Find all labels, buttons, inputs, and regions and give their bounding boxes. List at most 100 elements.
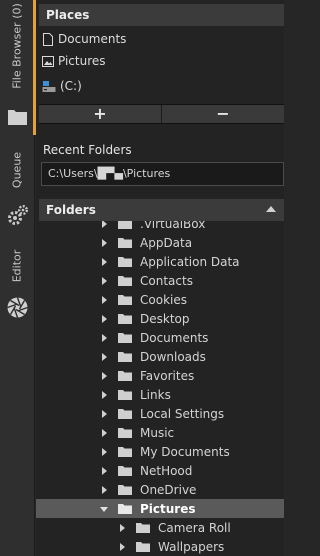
folder-icon — [118, 428, 132, 438]
expand-arrow-icon[interactable] — [100, 314, 110, 324]
expand-arrow-icon[interactable] — [100, 409, 110, 419]
tab-queue[interactable]: Queue — [11, 152, 24, 188]
document-icon — [43, 32, 53, 46]
tree-item-label: Links — [140, 387, 171, 402]
expand-arrow-icon[interactable] — [100, 276, 110, 286]
recent-folders-label: Recent Folders — [43, 143, 132, 157]
place-label: Pictures — [58, 54, 106, 68]
tree-item[interactable]: Downloads — [36, 347, 284, 366]
file-browser-panel: Places Documents Pictures (C:) + − Recen… — [36, 0, 284, 556]
tree-item[interactable]: Contacts — [36, 271, 284, 290]
tree-item-label: Cookies — [140, 292, 187, 307]
tree-item-label: Local Settings — [140, 406, 225, 421]
expand-arrow-icon[interactable] — [100, 238, 110, 248]
tree-item-label: Wallpapers — [158, 539, 225, 554]
folder-icon — [118, 466, 132, 476]
places-header[interactable]: Places — [39, 4, 284, 26]
expand-arrow-icon[interactable] — [118, 523, 128, 533]
tree-item-label: Music — [140, 425, 175, 440]
expand-arrow-icon[interactable] — [100, 447, 110, 457]
place-item-drive-c[interactable]: (C:) — [42, 76, 82, 96]
folder-tree: .VirtualBox AppData Application Data Con… — [36, 221, 284, 556]
folder-icon — [118, 447, 132, 457]
expand-arrow-icon[interactable] — [100, 466, 110, 476]
file-browser-window: File Browser (0) Queue Editor Places Doc… — [0, 0, 284, 556]
add-place-button[interactable]: + — [39, 105, 161, 123]
folder-icon — [118, 409, 132, 419]
tree-item-label: Camera Roll — [158, 520, 231, 535]
collapse-arrow-icon[interactable] — [100, 504, 110, 514]
tree-item-label: OneDrive — [140, 482, 197, 497]
recent-folders-dropdown[interactable]: C:\Users\█▀▄\Pictures — [41, 162, 284, 186]
tree-item[interactable]: Favorites — [36, 366, 284, 385]
tab-file-browser[interactable]: File Browser (0) — [11, 3, 24, 89]
tab-editor[interactable]: Editor — [11, 250, 24, 283]
tree-item[interactable]: Camera Roll — [36, 518, 284, 537]
tree-item[interactable]: NetHood — [36, 461, 284, 480]
folder-icon — [118, 390, 132, 400]
folders-title: Folders — [46, 203, 96, 217]
expand-arrow-icon[interactable] — [100, 428, 110, 438]
tree-item[interactable]: Application Data — [36, 252, 284, 271]
folder-icon — [118, 276, 132, 286]
folder-icon — [118, 314, 132, 324]
tree-item[interactable]: AppData — [36, 233, 284, 252]
gears-icon[interactable] — [6, 204, 29, 227]
place-label: (C:) — [60, 79, 82, 93]
tree-item-label: Desktop — [140, 311, 190, 326]
tree-item[interactable]: Wallpapers — [36, 537, 284, 556]
place-item-documents[interactable]: Documents — [42, 29, 126, 49]
folder-icon — [118, 371, 132, 381]
expand-arrow-icon[interactable] — [100, 352, 110, 362]
folder-icon — [118, 257, 132, 267]
aperture-icon[interactable] — [6, 296, 29, 319]
folders-header[interactable]: Folders — [39, 199, 284, 221]
folder-icon[interactable] — [6, 105, 29, 128]
tree-item-label: Pictures — [140, 501, 196, 516]
tree-item-label: Contacts — [140, 273, 193, 288]
tree-item[interactable]: Documents — [36, 328, 284, 347]
tree-item[interactable]: OneDrive — [36, 480, 284, 499]
folder-icon — [118, 295, 132, 305]
tree-item-label: Documents — [140, 330, 209, 345]
drive-icon — [42, 80, 56, 92]
place-label: Documents — [58, 32, 127, 46]
tree-item-label: Application Data — [140, 254, 240, 269]
tree-item-selected[interactable]: Pictures — [36, 499, 284, 518]
expand-arrow-icon[interactable] — [118, 542, 128, 552]
tree-item[interactable]: Cookies — [36, 290, 284, 309]
tree-item[interactable]: Music — [36, 423, 284, 442]
tree-item[interactable]: Desktop — [36, 309, 284, 328]
tree-item-label: AppData — [140, 235, 193, 250]
folder-open-icon — [118, 504, 132, 514]
tree-item[interactable]: My Documents — [36, 442, 284, 461]
expand-arrow-icon[interactable] — [100, 221, 110, 229]
expand-arrow-icon[interactable] — [100, 333, 110, 343]
vertical-tab-strip: File Browser (0) Queue Editor — [0, 0, 36, 556]
tree-item[interactable]: .VirtualBox — [36, 221, 284, 233]
tree-item-label: Downloads — [140, 349, 206, 364]
expand-arrow-icon[interactable] — [100, 257, 110, 267]
expand-arrow-icon[interactable] — [100, 390, 110, 400]
folder-icon — [118, 333, 132, 343]
remove-place-button[interactable]: − — [161, 105, 284, 123]
folder-icon — [118, 352, 132, 362]
folder-icon — [136, 523, 150, 533]
expand-arrow-icon[interactable] — [100, 485, 110, 495]
tree-item-label: NetHood — [140, 463, 193, 478]
picture-icon — [42, 55, 54, 67]
expand-arrow-icon[interactable] — [100, 295, 110, 305]
expand-arrow-icon[interactable] — [100, 371, 110, 381]
place-item-pictures[interactable]: Pictures — [42, 51, 106, 71]
tree-item-label: Favorites — [140, 368, 195, 383]
tree-item[interactable]: Local Settings — [36, 404, 284, 423]
collapse-icon[interactable] — [266, 206, 276, 212]
folder-icon — [118, 221, 132, 229]
folder-icon — [118, 238, 132, 248]
folder-icon — [136, 542, 150, 552]
places-button-bar: + − — [39, 104, 284, 124]
folder-icon — [118, 485, 132, 495]
tree-item-label: My Documents — [140, 444, 230, 459]
tree-item[interactable]: Links — [36, 385, 284, 404]
tree-item-label: .VirtualBox — [140, 221, 206, 231]
